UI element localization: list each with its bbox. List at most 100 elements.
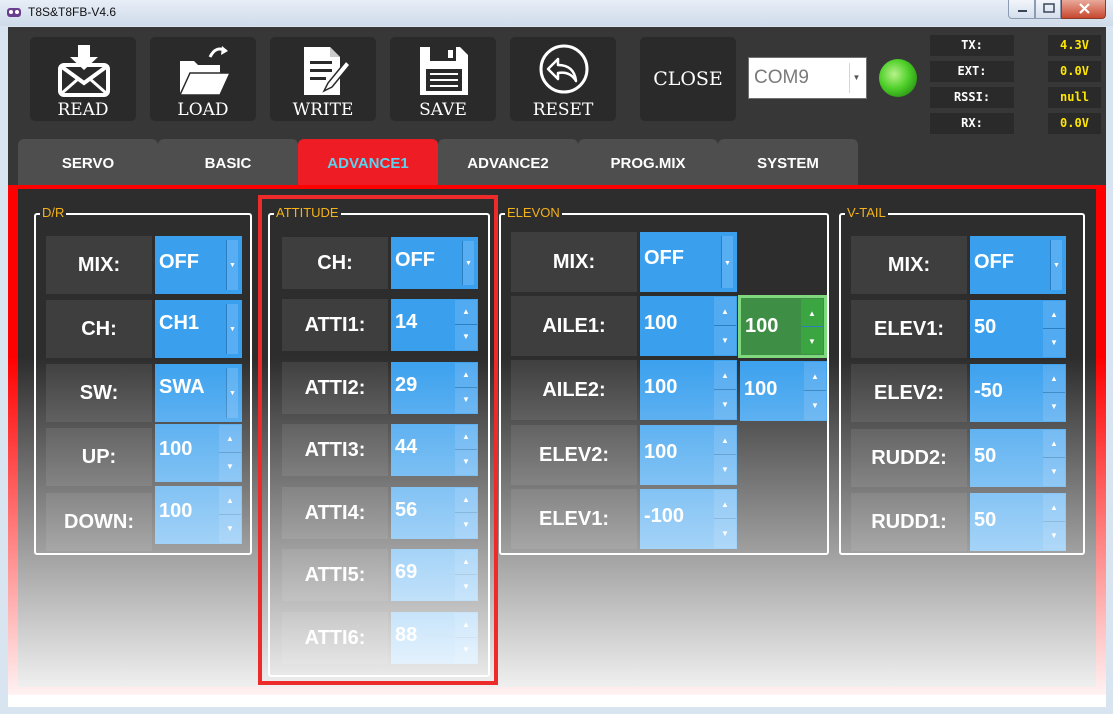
dr-up-spinbox[interactable]: 100 ▲ ▼ — [155, 424, 242, 482]
spin-down-icon[interactable]: ▼ — [455, 325, 477, 350]
reset-label: RESET — [532, 100, 594, 120]
title-bar: T8S&T8FB-V4.6 — [0, 0, 1113, 26]
spin-up-icon[interactable]: ▲ — [455, 488, 477, 513]
rx-value: 0.0V — [1048, 113, 1101, 134]
chevron-down-icon: ▼ — [226, 304, 238, 354]
com-port-select[interactable]: COM9 ▼ — [748, 57, 867, 99]
elevon-mix-select[interactable]: OFF ▼ — [640, 232, 737, 292]
spin-up-icon[interactable]: ▲ — [804, 362, 826, 391]
spin-up-icon[interactable]: ▲ — [1043, 430, 1065, 458]
window-close-button[interactable] — [1061, 0, 1106, 19]
dr-sw-label: SW: — [46, 364, 152, 422]
spin-down-icon[interactable]: ▼ — [455, 388, 477, 413]
aile1-spinbox[interactable]: 100 ▲ ▼ — [640, 296, 737, 356]
read-button[interactable]: READ — [30, 37, 136, 121]
spin-down-icon[interactable]: ▼ — [219, 453, 241, 481]
dr-down-spinbox[interactable]: 100 ▲ ▼ — [155, 486, 242, 544]
spin-up-icon[interactable]: ▲ — [714, 297, 736, 326]
minimize-button[interactable] — [1008, 0, 1035, 19]
aile2-second-value: 100 — [744, 378, 778, 400]
spin-down-icon[interactable]: ▼ — [455, 638, 477, 663]
tab-servo[interactable]: SERVO — [18, 139, 158, 188]
dr-group-title: D/R — [40, 205, 67, 220]
atti4-spinbox[interactable]: 56 ▲ ▼ — [391, 487, 478, 539]
write-label: WRITE — [292, 100, 354, 120]
close-button[interactable]: CLOSE — [640, 37, 736, 121]
spin-down-icon[interactable]: ▼ — [219, 515, 241, 543]
spin-up-icon[interactable]: ▲ — [1043, 365, 1065, 393]
spin-up-icon[interactable]: ▲ — [1043, 301, 1065, 329]
spin-up-icon[interactable]: ▲ — [714, 426, 736, 455]
tab-basic[interactable]: BASIC — [158, 139, 298, 188]
load-button[interactable]: LOAD — [150, 37, 256, 121]
spin-down-icon[interactable]: ▼ — [1043, 393, 1065, 421]
vtail-elev1-spinbox[interactable]: 50 ▲ ▼ — [970, 300, 1066, 358]
window-title: T8S&T8FB-V4.6 — [28, 5, 117, 19]
save-button[interactable]: SAVE — [390, 37, 496, 121]
vtail-mix-select[interactable]: OFF ▼ — [970, 236, 1066, 294]
spin-up-icon[interactable]: ▲ — [455, 425, 477, 450]
load-label: LOAD — [177, 100, 229, 120]
spin-up-icon[interactable]: ▲ — [455, 300, 477, 325]
vtail-rudd1-spinbox[interactable]: 50 ▲ ▼ — [970, 493, 1066, 551]
aile1-second-spinbox[interactable]: 100 ▲ ▼ — [738, 295, 827, 358]
atti2-spinbox[interactable]: 29 ▲ ▼ — [391, 362, 478, 414]
spin-up-icon[interactable]: ▲ — [455, 613, 477, 638]
spin-up-icon[interactable]: ▲ — [455, 550, 477, 575]
tab-system[interactable]: SYSTEM — [718, 139, 858, 188]
spin-down-icon[interactable]: ▼ — [1043, 458, 1065, 486]
circle-undo-icon — [539, 44, 589, 94]
spin-down-icon[interactable]: ▼ — [804, 391, 826, 420]
spin-down-icon[interactable]: ▼ — [455, 513, 477, 538]
spin-down-icon[interactable]: ▼ — [455, 575, 477, 600]
spin-down-icon[interactable]: ▼ — [801, 327, 823, 355]
write-button[interactable]: WRITE — [270, 37, 376, 121]
spin-down-icon[interactable]: ▼ — [714, 326, 736, 355]
spin-up-icon[interactable]: ▲ — [455, 363, 477, 388]
attitude-ch-value: OFF — [395, 249, 435, 271]
spin-down-icon[interactable]: ▼ — [455, 450, 477, 475]
atti1-spinbox[interactable]: 14 ▲ ▼ — [391, 299, 478, 351]
atti1-value: 14 — [395, 311, 418, 333]
vtail-elev2-spinbox[interactable]: -50 ▲ ▼ — [970, 364, 1066, 422]
spin-up-icon[interactable]: ▲ — [801, 299, 823, 327]
spin-up-icon[interactable]: ▲ — [714, 361, 736, 390]
vtail-elev1-label: ELEV1: — [851, 300, 967, 358]
tab-advance1[interactable]: ADVANCE1 — [298, 139, 438, 188]
spin-up-icon[interactable]: ▲ — [219, 487, 241, 515]
document-pen-icon — [304, 47, 352, 95]
spin-down-icon[interactable]: ▼ — [1043, 329, 1065, 357]
atti3-spinbox[interactable]: 44 ▲ ▼ — [391, 424, 478, 476]
aile2-value: 100 — [644, 376, 678, 398]
spin-up-icon[interactable]: ▲ — [1043, 494, 1065, 522]
spin-up-icon[interactable]: ▲ — [714, 490, 736, 519]
aile2-spinbox[interactable]: 100 ▲ ▼ — [640, 360, 737, 420]
dr-sw-select[interactable]: SWA ▼ — [155, 364, 242, 422]
spin-down-icon[interactable]: ▼ — [1043, 522, 1065, 550]
spin-down-icon[interactable]: ▼ — [714, 455, 736, 484]
spin-down-icon[interactable]: ▼ — [714, 519, 736, 548]
attitude-ch-select[interactable]: OFF ▼ — [391, 237, 478, 289]
maximize-icon — [1043, 3, 1055, 13]
atti5-spinbox[interactable]: 69 ▲ ▼ — [391, 549, 478, 601]
dr-ch-select[interactable]: CH1 ▼ — [155, 300, 242, 358]
dr-mix-select[interactable]: OFF ▼ — [155, 236, 242, 294]
attitude-ch-label: CH: — [282, 237, 388, 289]
save-label: SAVE — [419, 100, 467, 120]
vtail-rudd2-spinbox[interactable]: 50 ▲ ▼ — [970, 429, 1066, 487]
tab-prog-mix[interactable]: PROG.MIX — [578, 139, 718, 188]
spin-down-icon[interactable]: ▼ — [714, 390, 736, 419]
elevon-elev1-spinbox[interactable]: -100 ▲ ▼ — [640, 489, 737, 549]
aile1-value: 100 — [644, 312, 678, 334]
spin-up-icon[interactable]: ▲ — [219, 425, 241, 453]
reset-button[interactable]: RESET — [510, 37, 616, 121]
atti6-spinbox[interactable]: 88 ▲ ▼ — [391, 612, 478, 664]
elevon-elev2-spinbox[interactable]: 100 ▲ ▼ — [640, 425, 737, 485]
dr-up-value: 100 — [159, 438, 193, 460]
aile2-second-spinbox[interactable]: 100 ▲ ▼ — [740, 361, 827, 421]
atti3-label: ATTI3: — [282, 424, 388, 476]
dr-ch-value: CH1 — [159, 312, 200, 334]
tab-advance2[interactable]: ADVANCE2 — [438, 139, 578, 188]
maximize-button[interactable] — [1035, 0, 1061, 19]
ext-value: 0.0V — [1048, 61, 1101, 82]
